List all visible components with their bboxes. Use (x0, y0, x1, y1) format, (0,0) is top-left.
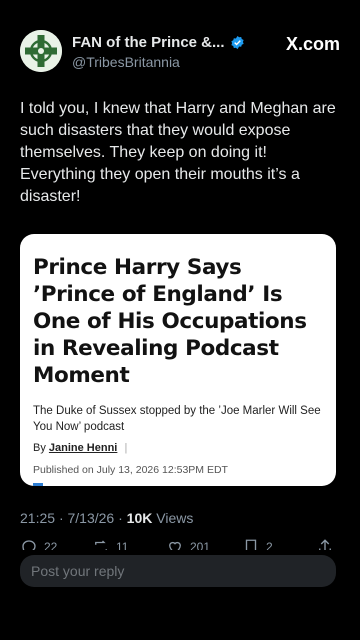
tweet-date: 7/13/26 (67, 510, 115, 526)
action-bar: 22 11 201 2 (20, 538, 340, 550)
article-byline: By Janine Henni | (33, 442, 127, 454)
by-label: By (33, 442, 46, 454)
article-subhead: The Duke of Sussex stopped by the ’Joe M… (33, 405, 321, 433)
article-card[interactable]: Prince Harry Says ’Prince of England’ Is… (20, 234, 336, 486)
share-icon (319, 539, 331, 550)
like-icon (169, 541, 181, 550)
verified-badge-icon (230, 35, 244, 50)
retweet-button[interactable]: 11 (92, 538, 128, 550)
tweet-time: 21:25 (20, 510, 56, 526)
reply-icon (22, 540, 36, 550)
reply-input[interactable]: Post your reply (20, 555, 336, 587)
tweet-text: I told you, I knew that Harry and Meghan… (20, 100, 336, 205)
like-count: 201 (190, 540, 211, 550)
card-image-edge (33, 483, 43, 486)
display-name[interactable]: FAN of the Prince &... (72, 34, 225, 51)
avatar[interactable] (20, 30, 62, 72)
reply-count: 22 (44, 540, 58, 550)
reply-placeholder: Post your reply (31, 563, 125, 579)
tweet-meta: 21:25 · 7/13/26 · 10K Views (20, 510, 193, 526)
bookmark-button[interactable]: 2 (242, 538, 273, 550)
views-count: 10K (126, 510, 153, 526)
retweet-icon (95, 540, 107, 550)
name-row: FAN of the Prince &... (72, 34, 245, 51)
handle[interactable]: @TribesBritannia (72, 54, 180, 70)
article-published: Published on July 13, 2026 12:53PM EDT (33, 464, 228, 476)
views-label: Views (156, 510, 194, 526)
bookmark-icon (245, 539, 257, 550)
meta-separator: · (58, 510, 68, 526)
reply-button[interactable]: 22 (20, 538, 57, 550)
share-button[interactable] (316, 538, 334, 550)
article-author[interactable]: Janine Henni (49, 442, 117, 454)
celtic-cross-icon (20, 30, 62, 72)
tweet-header: FAN of the Prince &... @TribesBritannia … (20, 30, 340, 74)
x-logo: X.com (285, 34, 340, 54)
meta-separator: · (118, 510, 127, 526)
like-button[interactable]: 201 (166, 538, 210, 550)
retweet-count: 11 (116, 540, 129, 550)
article-headline: Prince Harry Says ’Prince of England’ Is… (33, 255, 307, 388)
bookmark-count: 2 (266, 540, 273, 550)
byline-divider: | (124, 442, 128, 454)
